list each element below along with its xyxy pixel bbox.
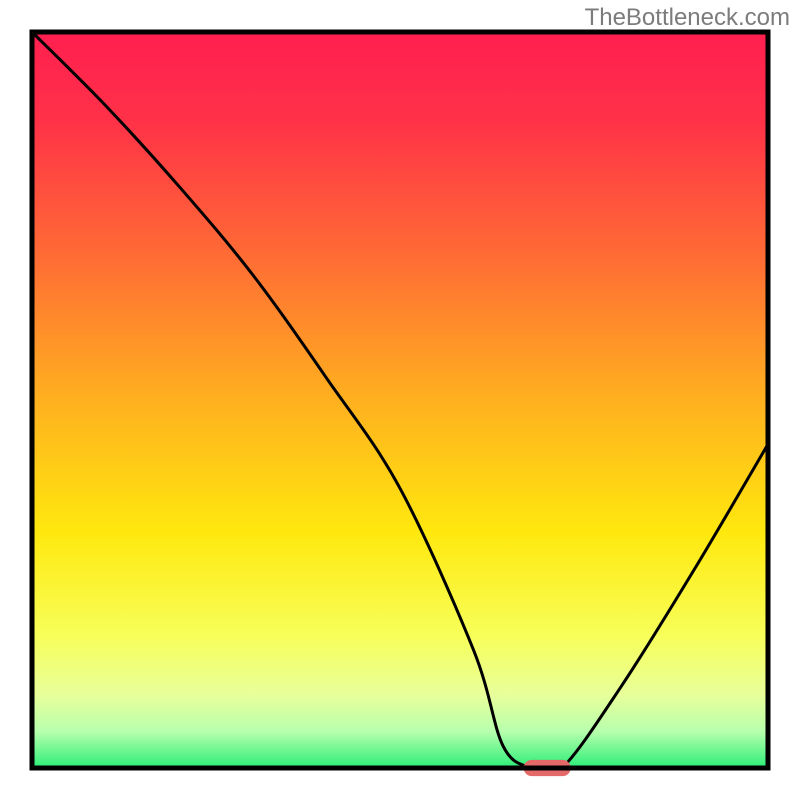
chart-container: { "watermark": "TheBottleneck.com", "col… [0, 0, 800, 800]
watermark-text: TheBottleneck.com [585, 4, 790, 32]
plot-area [32, 32, 768, 776]
gradient-background [32, 32, 768, 768]
bottleneck-chart [0, 0, 800, 800]
